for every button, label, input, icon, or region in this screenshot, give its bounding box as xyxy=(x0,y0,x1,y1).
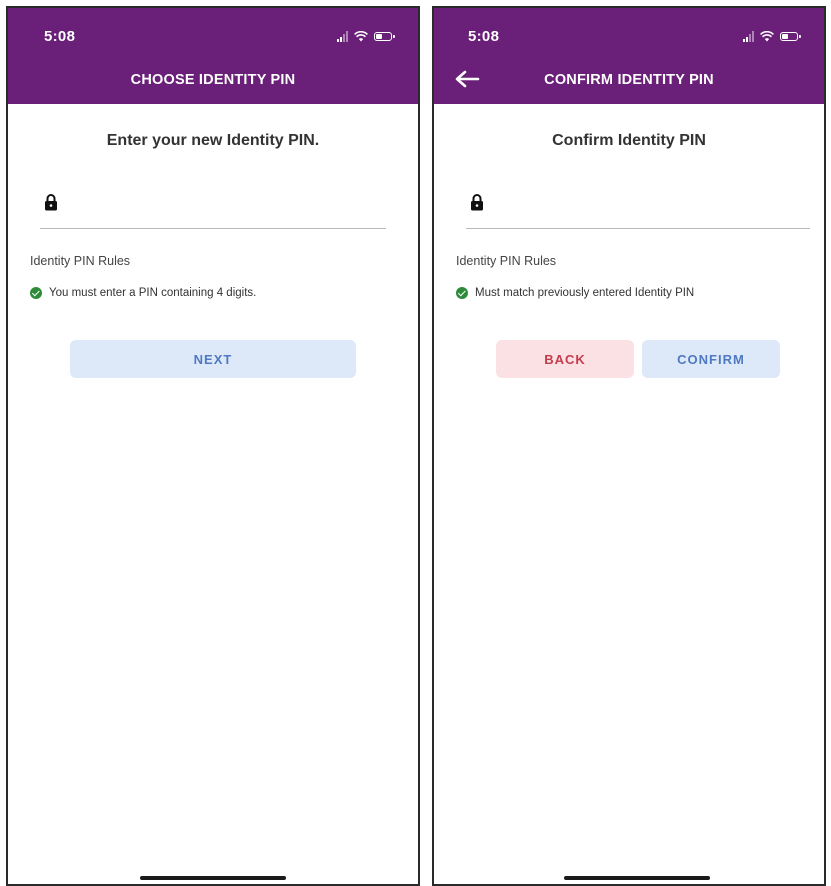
lock-icon xyxy=(45,194,57,211)
status-time: 5:08 xyxy=(468,28,500,45)
page-title: CHOOSE IDENTITY PIN xyxy=(130,72,296,88)
check-circle-icon xyxy=(30,287,42,299)
lock-icon xyxy=(471,194,483,211)
back-button[interactable]: BACK xyxy=(496,340,634,378)
header-bar: 5:08 CONFIRM IDENTITY PIN xyxy=(434,8,824,104)
rule-text: You must enter a PIN containing 4 digits… xyxy=(49,287,257,299)
pin-input[interactable] xyxy=(40,184,386,229)
rules-title: Identity PIN Rules xyxy=(456,254,557,268)
next-button[interactable]: NEXT xyxy=(70,340,356,378)
status-time: 5:08 xyxy=(44,28,76,45)
battery-icon xyxy=(374,31,395,41)
signal-icon xyxy=(743,30,754,42)
home-indicator xyxy=(564,876,710,880)
screenshot-canvas: 5:08 CHOOSE IDENTITY PIN Enter your new … xyxy=(0,0,831,886)
confirm-pin-input[interactable] xyxy=(466,184,810,229)
wifi-icon xyxy=(760,30,774,41)
confirm-pin-screen: 5:08 CONFIRM IDENTITY PIN Confirm Identi… xyxy=(432,6,826,886)
rule-text: Must match previously entered Identity P… xyxy=(475,287,695,299)
rule-item: You must enter a PIN containing 4 digits… xyxy=(30,287,256,299)
wifi-icon xyxy=(354,30,368,41)
choose-pin-screen: 5:08 CHOOSE IDENTITY PIN Enter your new … xyxy=(6,6,420,886)
header-bar: 5:08 CHOOSE IDENTITY PIN xyxy=(8,8,418,104)
page-title: CONFIRM IDENTITY PIN xyxy=(544,72,714,88)
rule-item: Must match previously entered Identity P… xyxy=(456,287,694,299)
battery-icon xyxy=(780,31,801,41)
status-icons xyxy=(743,28,801,44)
pin-prompt: Enter your new Identity PIN. xyxy=(106,132,320,149)
rules-title: Identity PIN Rules xyxy=(30,254,131,268)
home-indicator xyxy=(140,876,286,880)
check-circle-icon xyxy=(456,287,468,299)
status-icons xyxy=(337,28,395,44)
confirm-button[interactable]: CONFIRM xyxy=(642,340,780,378)
signal-icon xyxy=(337,30,348,42)
pin-prompt: Confirm Identity PIN xyxy=(552,132,706,149)
